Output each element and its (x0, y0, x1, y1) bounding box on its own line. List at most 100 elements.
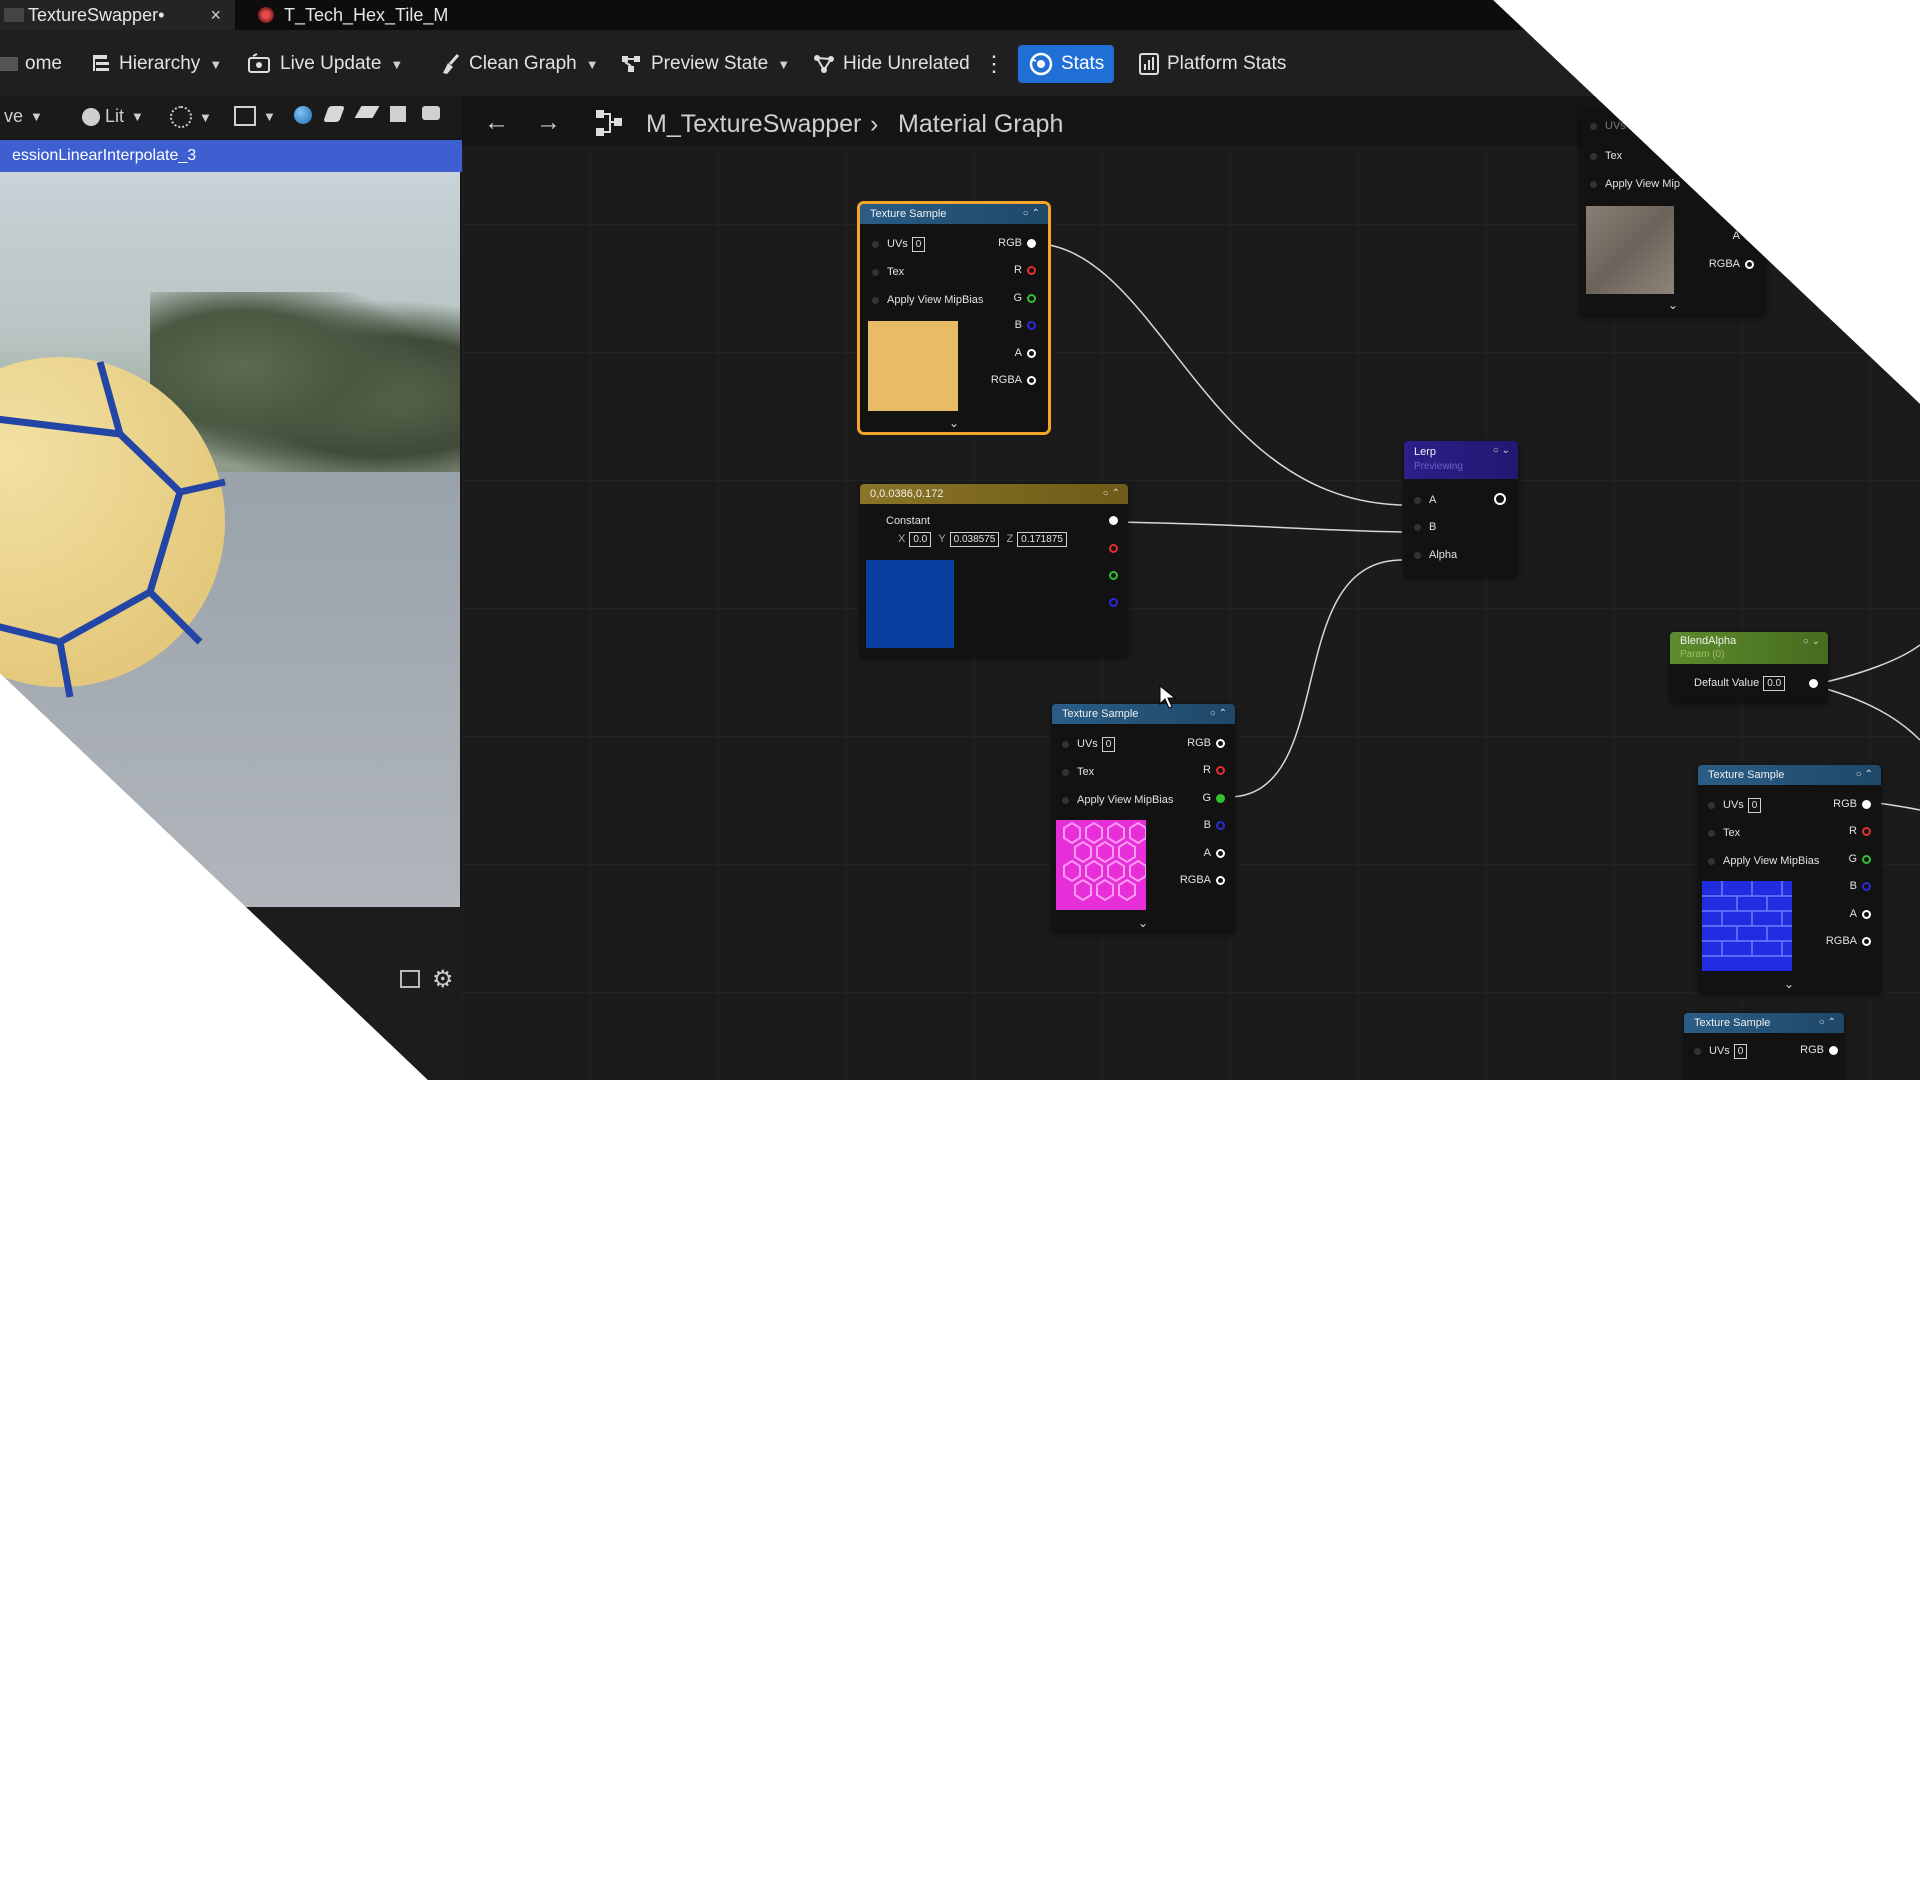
table-view-icon[interactable] (400, 970, 420, 988)
output-pin-g[interactable]: G (1848, 853, 1871, 865)
output-pin-rgba[interactable]: RGBA (991, 374, 1036, 386)
input-pin-mipbias[interactable]: Apply View MipBias (1708, 855, 1819, 867)
output-pin-rgb[interactable] (1104, 514, 1118, 526)
sphere-preview-button[interactable] (294, 106, 312, 124)
sphere-icon (82, 107, 100, 126)
input-pin-tex[interactable]: Tex (1062, 766, 1094, 778)
output-pin-g[interactable]: G (1013, 292, 1036, 304)
stats-button[interactable]: Stats (1018, 45, 1115, 83)
clean-graph-button[interactable]: Clean Graph ▼ (440, 47, 599, 81)
collapse-icon[interactable]: ○ ⌄ (1803, 636, 1820, 647)
platform-stats-button[interactable]: Platform Stats (1138, 47, 1286, 81)
constant-node[interactable]: 0,0.0386,0.172 ○ ⌃ Constant X 0.0 Y 0.03857… (860, 484, 1128, 656)
breadcrumb-asset[interactable]: M_TextureSwapper (646, 110, 861, 139)
input-pin-uvs[interactable]: UVs (1590, 120, 1626, 132)
collapse-icon[interactable]: ○ ⌃ (1819, 1013, 1836, 1033)
collapse-icon[interactable]: ○ ⌃ (1103, 484, 1120, 504)
output-pin-g[interactable] (1104, 569, 1118, 581)
output-pin-rgba[interactable]: RGBA (1826, 935, 1871, 947)
lerp-node[interactable]: Lerp Previewing ○ ⌄ A B Alpha (1404, 441, 1518, 576)
texture-sample-node-1[interactable]: Texture Sample ○ ⌃ UVs 0 Tex Apply View Mi… (860, 204, 1048, 432)
lit-dropdown[interactable]: Lit ▼ (82, 106, 144, 127)
input-pin-tex[interactable]: Tex (872, 266, 904, 278)
mouse-cursor (1159, 684, 1177, 709)
viewport-preview[interactable] (0, 172, 460, 907)
input-pin-tex[interactable]: Tex (1708, 827, 1740, 839)
preview-state-button[interactable]: Preview State ▼ (620, 47, 790, 81)
output-pin-r[interactable]: R (1014, 264, 1036, 276)
collapse-icon[interactable]: ○ ⌃ (1210, 704, 1227, 724)
collapse-icon[interactable]: ○ ⌃ (1023, 204, 1040, 224)
default-value-field[interactable]: Default Value 0.0 (1694, 676, 1786, 691)
chevron-down-icon[interactable]: ⌄ (1784, 977, 1794, 991)
texture-sample-node-3[interactable]: Texture Sample ○ ⌃ UVs 0 Tex Apply View Mi… (1698, 765, 1881, 993)
output-pin-b[interactable]: B (1850, 880, 1871, 892)
collapse-icon[interactable]: ○ ⌃ (1856, 765, 1873, 785)
settings-gear-icon[interactable]: ⚙ (432, 965, 454, 994)
output-pin-g[interactable]: G (1202, 792, 1225, 804)
input-pin-uvs[interactable]: UVs 0 (1694, 1044, 1748, 1059)
output-pin-a[interactable]: A (1204, 847, 1225, 859)
preview-node-title: essionLinearInterpolate_3 (12, 147, 197, 164)
output-pin-a[interactable]: A (1733, 230, 1754, 242)
chevron-down-icon[interactable]: ⌄ (949, 416, 959, 430)
home-button[interactable]: ome (0, 47, 62, 81)
plane-preview-button[interactable] (354, 106, 380, 118)
texture-sample-node-top-right[interactable]: UVs Tex Apply View Mip A RGBA ⌄ (1580, 110, 1766, 316)
cube-preview-button[interactable] (390, 106, 406, 122)
tab-t-tech-hex-tile-m[interactable]: T_Tech_Hex_Tile_M (258, 0, 448, 30)
chevron-down-icon[interactable]: ⌄ (1668, 298, 1678, 312)
output-pin-rgb[interactable]: RGB (1833, 798, 1871, 810)
hierarchy-button[interactable]: Hierarchy ▼ (90, 47, 222, 81)
tab-textureswapper[interactable]: TextureSwapper• × (0, 0, 235, 30)
show-flags-dropdown[interactable]: ▼ (170, 106, 212, 128)
more-options-icon[interactable]: ⋮ (983, 47, 1005, 81)
live-update-button[interactable]: Live Update ▼ (247, 47, 403, 81)
chevron-down-icon[interactable]: ⌄ (1138, 916, 1148, 930)
output-pin-rgba[interactable]: RGBA (1180, 874, 1225, 886)
output-pin-a[interactable]: A (1015, 347, 1036, 359)
input-pin-mipbias[interactable]: Apply View Mip (1590, 178, 1680, 190)
input-pin-alpha[interactable]: Alpha (1414, 549, 1457, 561)
input-pin-uvs[interactable]: UVs 0 (1062, 737, 1116, 752)
blend-alpha-parameter-node[interactable]: BlendAlpha Param (0) ○ ⌄ Default Value 0.… (1670, 632, 1828, 702)
output-pin-b[interactable]: B (1015, 319, 1036, 331)
output-pin-r[interactable] (1104, 542, 1118, 554)
node-header: Texture Sample ○ ⌃ (860, 204, 1048, 224)
collapse-icon[interactable]: ○ ⌄ (1493, 445, 1510, 456)
input-pin-uvs[interactable]: UVs 0 (872, 237, 926, 252)
texture-sample-node-4[interactable]: Texture Sample ○ ⌃ UVs 0 RGB (1684, 1013, 1844, 1080)
input-pin-mipbias[interactable]: Apply View MipBias (1062, 794, 1173, 806)
output-pin-rgb[interactable]: RGB (998, 237, 1036, 249)
search-input[interactable] (300, 1870, 380, 1898)
preview-state-label: Preview State (651, 53, 769, 74)
stone-texture-preview (1586, 206, 1674, 294)
input-pin-tex[interactable]: Tex (1590, 150, 1622, 162)
hide-unrelated-button[interactable]: Hide Unrelated (812, 47, 970, 81)
output-pin-rgb[interactable]: RGB (1187, 737, 1225, 749)
output-pin-b[interactable]: B (1204, 819, 1225, 831)
output-pin-rgb[interactable]: RGB (1800, 1044, 1838, 1056)
close-icon[interactable]: × (210, 5, 221, 26)
output-pin-r[interactable]: R (1203, 764, 1225, 776)
constant-values[interactable]: X 0.0 Y 0.038575 Z 0.171875 (898, 532, 1067, 547)
preview-mesh-dropdown[interactable]: ▼ (234, 106, 276, 126)
texture-sample-node-2[interactable]: Texture Sample ○ ⌃ UVs 0 Tex Apply View Mi… (1052, 704, 1235, 932)
output-pin[interactable] (1489, 493, 1506, 506)
breadcrumb-graph[interactable]: Material Graph (898, 110, 1063, 139)
output-pin-a[interactable]: A (1850, 908, 1871, 920)
viewport-mode-dropdown[interactable]: ve ▼ (4, 106, 43, 127)
input-pin-mipbias[interactable]: Apply View MipBias (872, 294, 983, 306)
input-pin-a[interactable]: A (1414, 494, 1436, 506)
cylinder-preview-button[interactable] (323, 106, 345, 122)
back-arrow-icon[interactable]: ← (484, 108, 509, 137)
output-pin-rgba[interactable]: RGBA (1709, 258, 1754, 270)
custom-mesh-button[interactable] (422, 106, 440, 120)
output-pin-b[interactable] (1104, 596, 1118, 608)
forward-arrow-icon[interactable]: → (536, 108, 561, 137)
stats-label: Stats (1061, 53, 1105, 74)
output-pin[interactable] (1804, 677, 1818, 689)
input-pin-uvs[interactable]: UVs 0 (1708, 798, 1762, 813)
output-pin-r[interactable]: R (1849, 825, 1871, 837)
input-pin-b[interactable]: B (1414, 521, 1436, 533)
